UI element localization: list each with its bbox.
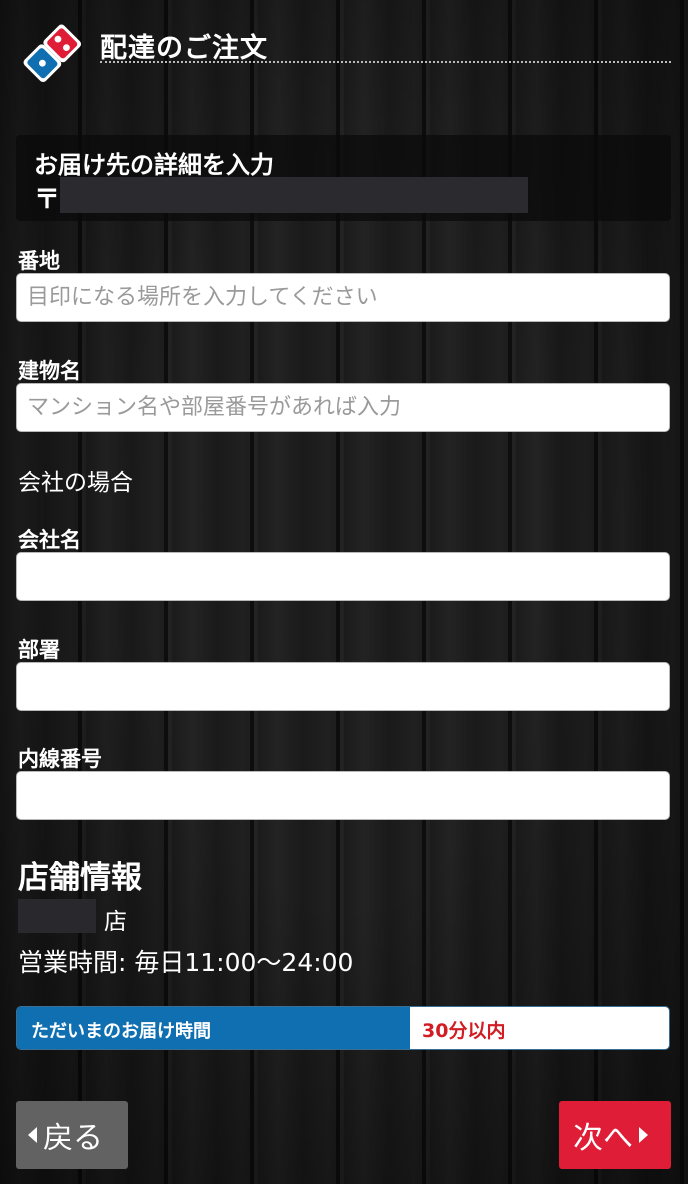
header: 配達のご注文 [0, 0, 688, 90]
street-input[interactable] [16, 273, 670, 322]
next-button[interactable]: 次へ [559, 1101, 671, 1169]
extension-label: 内線番号 [18, 747, 102, 771]
delivery-time-bar: ただいまのお届け時間 30分以内 [16, 1006, 670, 1050]
header-divider [100, 61, 671, 63]
chevron-left-icon [28, 1127, 37, 1143]
dominos-logo-icon[interactable] [16, 20, 90, 88]
store-info-heading: 店舗情報 [18, 860, 142, 896]
postal-address-redacted [60, 177, 528, 213]
address-panel: お届け先の詳細を入力 〒 [16, 135, 671, 221]
store-hours: 営業時間: 毎日11:00〜24:00 [18, 948, 354, 977]
chevron-right-icon [639, 1127, 648, 1143]
street-label: 番地 [18, 249, 60, 273]
back-button-label: 戻る [43, 1121, 103, 1156]
company-section-label: 会社の場合 [18, 470, 133, 496]
company-input[interactable] [16, 552, 670, 601]
delivery-time-label: ただいまのお届け時間 [17, 1007, 410, 1049]
app-screen: 配達のご注文 お届け先の詳細を入力 〒 番地 建物名 会社の場合 会社名 部署 … [0, 0, 688, 1184]
department-input[interactable] [16, 662, 670, 711]
page-title: 配達のご注文 [100, 33, 268, 64]
company-label: 会社名 [18, 528, 81, 552]
back-button[interactable]: 戻る [16, 1101, 128, 1169]
department-label: 部署 [18, 638, 60, 662]
building-label: 建物名 [18, 359, 81, 383]
extension-input[interactable] [16, 771, 670, 820]
building-input[interactable] [16, 383, 670, 432]
address-panel-title: お届け先の詳細を入力 [34, 151, 274, 179]
next-button-label: 次へ [573, 1121, 633, 1156]
postal-mark: 〒 [34, 185, 61, 215]
store-name-redacted [18, 899, 96, 933]
store-name-suffix: 店 [104, 909, 127, 935]
delivery-time-value: 30分以内 [410, 1007, 669, 1049]
